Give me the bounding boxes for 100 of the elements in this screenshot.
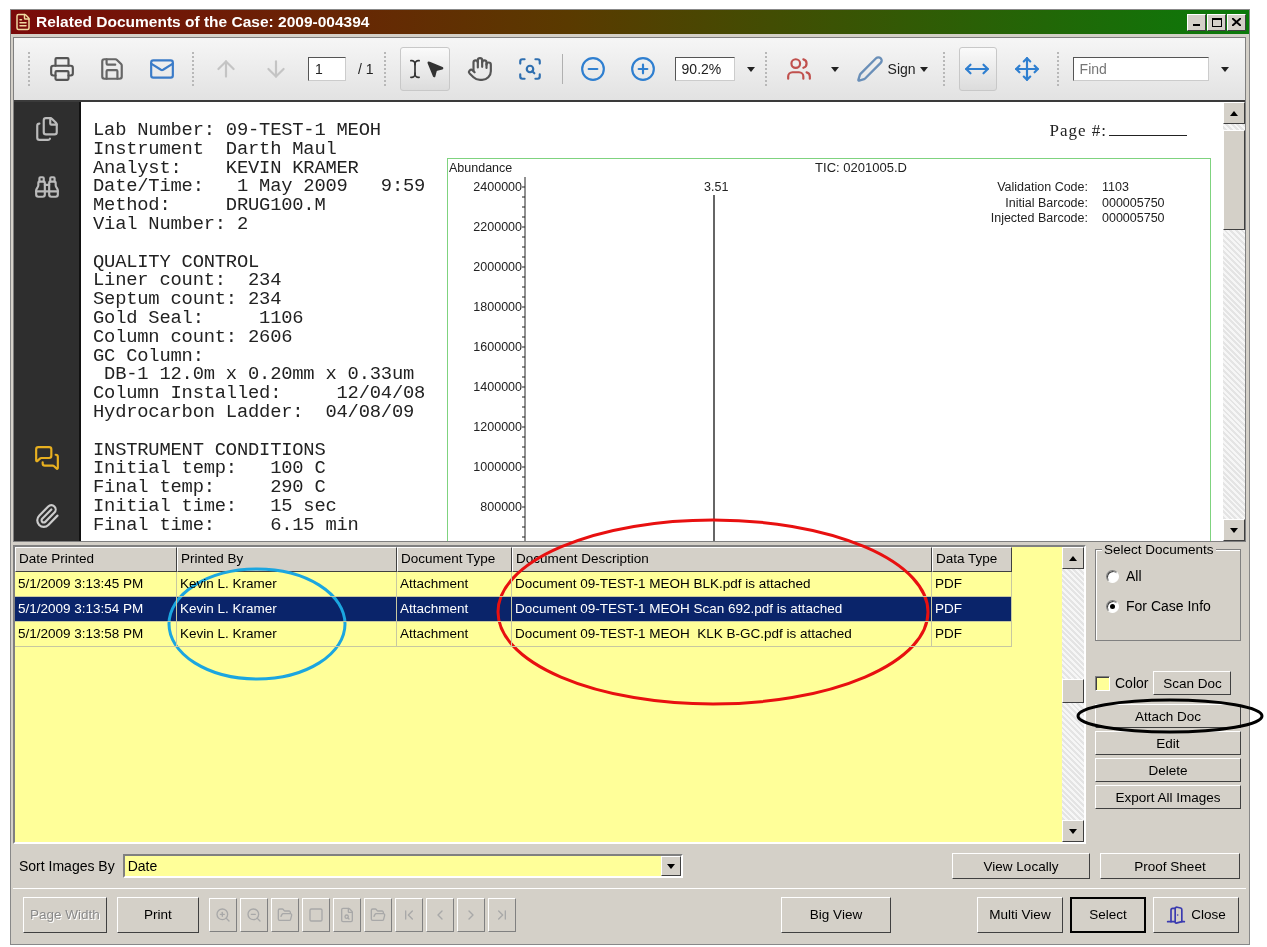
down-arrow-icon — [1230, 527, 1238, 533]
zoom-in-icon — [215, 906, 231, 923]
axis-tick-label: 1400000 — [473, 380, 522, 394]
action-button[interactable]: Delete — [1095, 758, 1241, 782]
table-cell: PDF — [932, 622, 1012, 647]
up-arrow-icon — [1069, 555, 1077, 561]
up-arrow-icon — [1230, 110, 1238, 116]
zoom-field[interactable]: 90.2% — [674, 57, 735, 81]
magnifier-icon — [516, 56, 543, 82]
sign-button[interactable]: Sign — [850, 47, 933, 91]
report-line: GC Column: — [93, 346, 205, 366]
action-button[interactable]: Export All Images — [1095, 785, 1241, 809]
radio-button[interactable] — [1106, 569, 1119, 583]
report-line: Liner count: 234 — [93, 271, 283, 291]
scrollbar[interactable] — [1062, 547, 1084, 842]
square-icon — [308, 906, 324, 923]
table-row[interactable]: 5/1/2009 3:13:54 PM Kevin L. Kramer Attachment Document 09-TEST-1 MEOH Scan 692.pdf is attached PDF — [15, 597, 1012, 622]
chart-title: TIC: 0201005.D — [815, 160, 907, 175]
report-line: Gold Seal: 1106 — [93, 308, 305, 328]
close-button[interactable] — [1227, 13, 1246, 31]
action-button[interactable]: Edit — [1095, 731, 1241, 755]
find-field[interactable]: Find — [1072, 57, 1209, 81]
report-line: Column Installed: 12/04/08 — [93, 384, 427, 403]
page-number-field[interactable]: 1 — [308, 57, 346, 81]
axis-tick-label: 2200000 — [473, 220, 522, 234]
axis-tick-label: 1800000 — [473, 300, 522, 314]
scroll-up-button[interactable] — [1223, 102, 1245, 124]
table-cell: Attachment — [397, 597, 512, 622]
down-arrow-icon — [666, 863, 675, 869]
binoculars-icon[interactable] — [33, 174, 60, 200]
zoom-in-icon — [629, 56, 656, 82]
page-count: / 1 — [358, 61, 374, 77]
group-title: Select Documents — [1102, 542, 1216, 557]
report-line: Column count: 2606 — [93, 327, 294, 347]
table-row[interactable]: 5/1/2009 3:13:58 PM Kevin L. Kramer Attachment Document 09-TEST-1 MEOH KLK B-GC.pdf is attached PDF — [15, 622, 1012, 647]
scroll-up-button[interactable] — [1062, 547, 1084, 569]
folder-icon — [277, 906, 293, 923]
door-icon — [1166, 904, 1187, 925]
zoom-out-icon — [579, 56, 606, 82]
page-number-label: Page #: — [1049, 121, 1187, 142]
paperclip-icon[interactable] — [33, 503, 60, 529]
select-tool-button[interactable] — [399, 47, 450, 91]
view-locally-button[interactable]: View Locally — [952, 853, 1090, 879]
axis-tick-label: 1200000 — [473, 420, 522, 434]
report-line: Date/Time: 1 May 2009 9:59 — [93, 177, 427, 197]
scrollbar-thumb[interactable] — [1062, 679, 1084, 703]
info-label: Injected Barcode: — [990, 211, 1088, 225]
dialog-button[interactable]: Select — [1070, 896, 1146, 933]
report-line: Instrument Darth Maul — [93, 139, 338, 159]
sort-dropdown[interactable]: Date — [122, 854, 683, 878]
checkbox-label: Color — [1115, 675, 1149, 691]
report-line: Analyst: KEVIN KRAMER — [93, 158, 360, 178]
big-view-button[interactable]: Big View — [781, 896, 891, 933]
axis-tick-label: 2400000 — [473, 180, 522, 194]
maximize-button[interactable] — [1207, 13, 1226, 31]
pen-icon — [855, 55, 884, 83]
report-line: Initial temp: 100 C — [93, 459, 327, 479]
close-window-button[interactable]: Close — [1153, 896, 1239, 933]
table-cell: Attachment — [397, 622, 512, 647]
document-icon — [14, 13, 32, 31]
proof-sheet-button[interactable]: Proof Sheet — [1100, 853, 1240, 879]
checkbox[interactable] — [1095, 675, 1110, 691]
report-line: QUALITY CONTROL — [93, 252, 261, 272]
report-line: Final temp: 290 C — [93, 478, 327, 497]
column-header[interactable]: Document Type — [397, 547, 512, 572]
fit-page-icon — [1013, 56, 1040, 82]
caret-icon — [746, 66, 755, 72]
caret-icon — [1220, 66, 1229, 72]
caret-icon — [919, 66, 928, 72]
minimize-button[interactable] — [1187, 13, 1206, 31]
down-arrow-icon — [1069, 828, 1077, 834]
report-line: Vial Number: 2 — [93, 215, 249, 234]
table-cell: 5/1/2009 3:13:58 PM — [15, 622, 177, 647]
report-line: Method: DRUG100.M — [93, 196, 327, 215]
scroll-down-button[interactable] — [1062, 820, 1084, 842]
report-line: INSTRUMENT CONDITIONS — [93, 440, 327, 460]
column-header[interactable]: Data Type — [932, 547, 1012, 572]
column-header[interactable]: Date Printed — [15, 547, 177, 572]
close-icon — [1232, 18, 1241, 26]
table-cell: Kevin L. Kramer — [177, 597, 397, 622]
toolbar-button[interactable]: Print — [117, 896, 199, 933]
radio-label: All — [1126, 568, 1142, 584]
fit-width-button[interactable] — [958, 47, 997, 91]
envelope-icon — [149, 56, 175, 82]
info-value: 1103 — [1102, 180, 1129, 194]
scroll-down-button[interactable] — [1223, 519, 1245, 541]
pages-icon[interactable] — [33, 116, 60, 142]
scrollbar[interactable] — [1223, 102, 1245, 541]
radio-button[interactable] — [1106, 599, 1119, 613]
comments-icon[interactable] — [33, 445, 60, 471]
maximize-icon — [1211, 17, 1222, 27]
printer-icon — [49, 56, 75, 82]
scrollbar-thumb[interactable] — [1223, 130, 1245, 230]
scan-doc-button[interactable]: Scan Doc — [1153, 671, 1232, 695]
column-header[interactable]: Printed By — [177, 547, 397, 572]
report-line: Lab Number: 09-TEST-1 MEOH — [93, 121, 382, 140]
table-cell: 5/1/2009 3:13:54 PM — [15, 597, 177, 622]
dialog-button[interactable]: Multi View — [977, 896, 1063, 933]
info-label: Initial Barcode: — [1005, 195, 1088, 210]
action-button[interactable]: Attach Doc — [1095, 704, 1241, 728]
